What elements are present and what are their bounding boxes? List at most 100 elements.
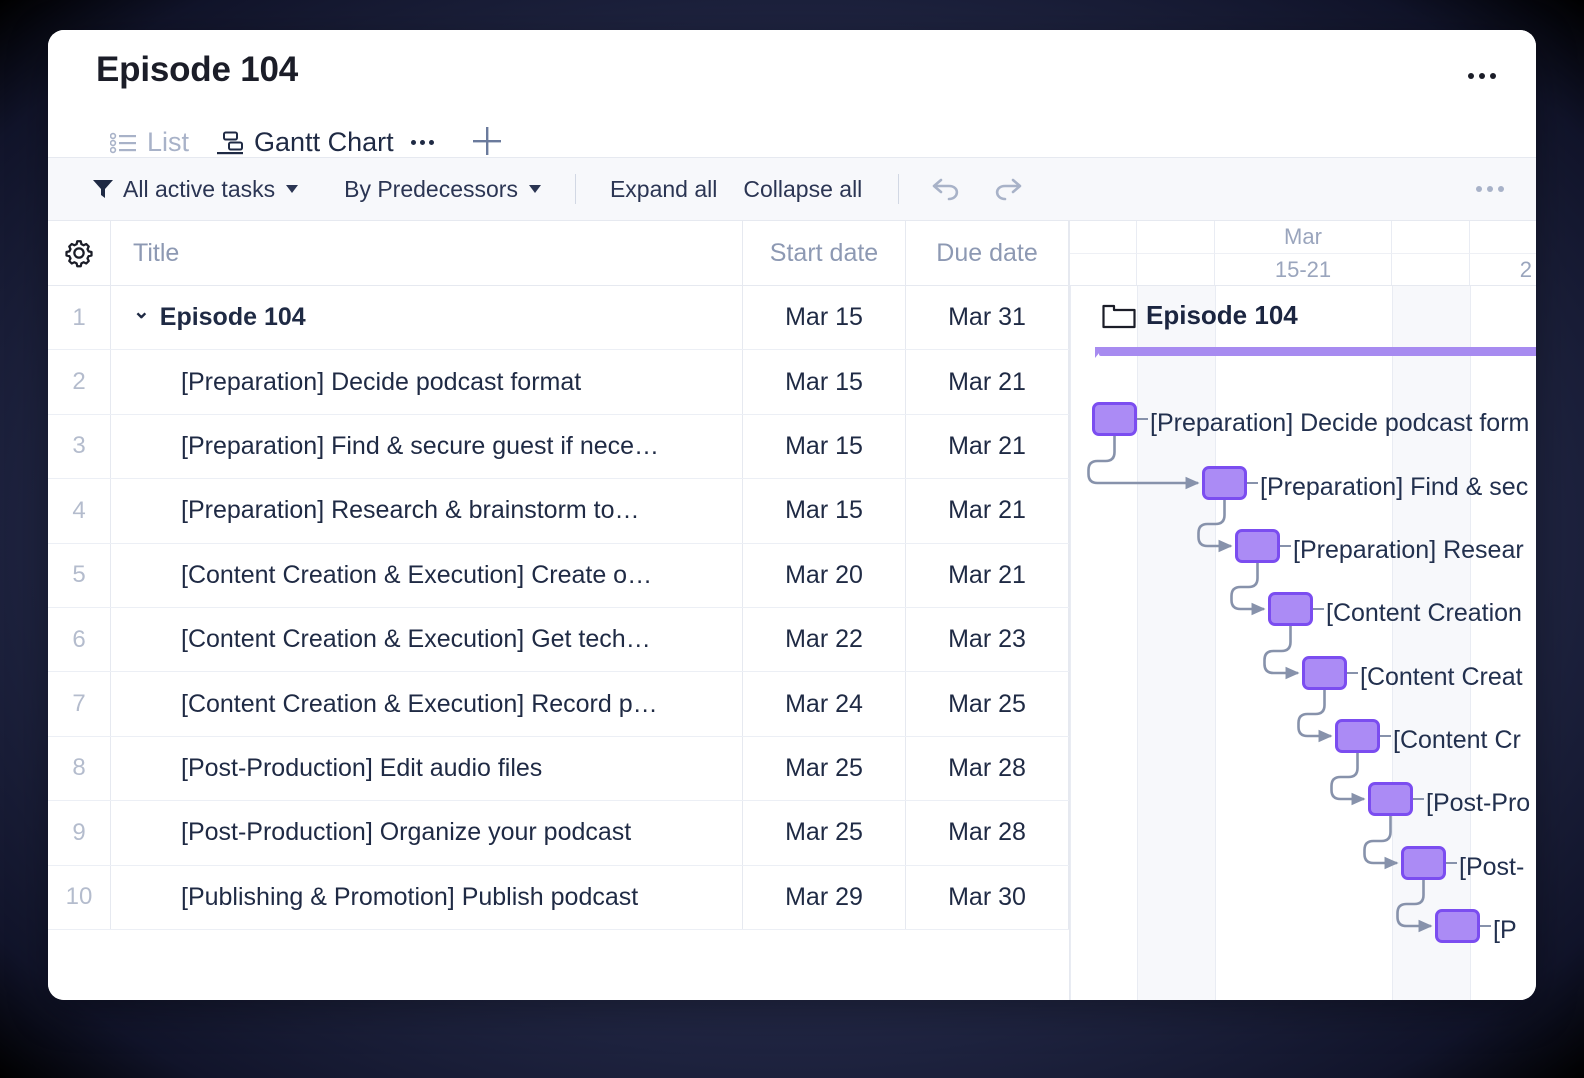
dependency-lines [1087,436,1433,933]
timeline-month-empty [1470,221,1536,253]
plus-icon [470,124,504,158]
filter-tasks-dropdown[interactable]: All active tasks [92,175,299,203]
row-due-date[interactable]: Mar 25 [906,672,1069,736]
row-title-cell[interactable]: [Post-Production] Organize your podcast [111,801,743,865]
row-due-date[interactable]: Mar 30 [906,865,1069,929]
table-row[interactable]: 5 [Content Creation & Execution] Create o… [48,543,1069,608]
row-title-label: [Preparation] Decide podcast format [181,367,582,396]
table-row[interactable]: 8 [Post-Production] Edit audio files Mar 2… [48,736,1069,802]
row-number: 10 [48,865,111,929]
table-row[interactable]: 10 [Publishing & Promotion] Publish podca… [48,865,1069,930]
row-title-cell[interactable]: [Preparation] Decide podcast format [111,350,743,414]
expand-all-button[interactable]: Expand all [610,176,717,203]
row-title-label: Episode 104 [159,303,306,332]
timeline-week-label: 15-21 [1215,253,1392,285]
table-row[interactable]: 7 [Content Creation & Execution] Record p… [48,672,1069,737]
column-header-title[interactable]: Title [111,221,743,285]
chevron-down-icon[interactable]: ⌄ [133,302,150,322]
toolbar-divider [574,174,576,204]
row-title-label: [Publishing & Promotion] Publish podcast [181,882,639,911]
row-title-label: [Post-Production] Organize your podcast [181,818,632,847]
timeline-week-empty [1392,253,1470,285]
column-header-start-date[interactable]: Start date [743,221,906,285]
tab-list-label: List [147,127,190,157]
row-due-date[interactable]: Mar 28 [906,736,1069,801]
toolbar-more-button[interactable] [1468,178,1512,200]
timeline-month-empty [1137,221,1215,253]
chevron-down-icon [528,185,541,193]
gantt-body: Title Start date Due date 1 ⌄ Episode 104 M… [48,221,1536,1000]
redo-button[interactable] [991,176,1025,202]
row-due-date[interactable]: Mar 23 [906,607,1069,672]
column-header-due-date[interactable]: Due date [906,221,1069,285]
timeline-month-empty [1392,221,1470,253]
dot-icon [1487,186,1493,192]
app-card: Episode 104 List Gantt Chart All active … [48,30,1536,1000]
row-title-cell[interactable]: [Preparation] Research & brainstorm to… [111,479,743,543]
dot-icon [1479,73,1485,79]
header-more-button[interactable] [1458,60,1506,92]
row-title-cell[interactable]: ⌄ Episode 104 [111,286,743,350]
dependency-arrow [1330,753,1366,806]
gantt-icon [217,131,244,155]
row-due-date[interactable]: Mar 21 [906,543,1069,607]
undo-button[interactable] [929,176,963,202]
dot-icon [419,140,425,145]
row-start-date[interactable]: Mar 20 [743,543,906,607]
row-start-date[interactable]: Mar 25 [743,736,906,801]
dependency-arrow [1363,816,1399,870]
table-row[interactable]: 3 [Preparation] Find & secure guest if ne… [48,414,1069,480]
filter-label: All active tasks [123,175,276,202]
tab-more-icon[interactable] [410,140,434,145]
timeline-month-empty [1070,221,1137,253]
row-due-date[interactable]: Mar 28 [906,801,1069,865]
row-start-date[interactable]: Mar 25 [743,801,906,865]
timeline-week-empty [1070,253,1137,285]
timeline-month-label: Mar [1215,221,1392,253]
row-title-cell[interactable]: [Content Creation & Execution] Record p… [111,672,743,736]
row-title-label: [Content Creation & Execution] Record p… [181,689,658,718]
row-number: 3 [48,414,111,479]
collapse-all-button[interactable]: Collapse all [743,176,862,203]
table-row[interactable]: 9 [Post-Production] Organize your podcast… [48,801,1069,866]
row-start-date[interactable]: Mar 15 [743,479,906,543]
group-by-dropdown[interactable]: By Predecessors [344,176,541,203]
row-due-date[interactable]: Mar 21 [906,479,1069,543]
row-number: 2 [48,350,111,414]
row-due-date[interactable]: Mar 31 [906,286,1069,350]
row-title-cell[interactable]: [Publishing & Promotion] Publish podcast [111,865,743,929]
table-row[interactable]: 4 [Preparation] Research & brainstorm to…… [48,479,1069,544]
row-number: 1 [48,286,111,350]
row-start-date[interactable]: Mar 24 [743,672,906,736]
filter-icon [92,178,114,200]
row-start-date[interactable]: Mar 22 [743,607,906,672]
row-start-date[interactable]: Mar 15 [743,350,906,414]
dot-icon [1476,186,1482,192]
dependency-arrow [1197,500,1233,553]
row-start-date[interactable]: Mar 15 [743,414,906,479]
row-number: 5 [48,543,111,607]
row-title-cell[interactable]: [Preparation] Find & secure guest if nec… [111,414,743,479]
dot-icon [1490,73,1496,79]
dependency-arrow [1297,690,1333,743]
row-due-date[interactable]: Mar 21 [906,350,1069,414]
dependency-arrow [1396,880,1433,933]
dependency-arrow [1263,626,1300,680]
row-title-cell[interactable]: [Content Creation & Execution] Get tech… [111,607,743,672]
row-title-cell[interactable]: [Post-Production] Edit audio files [111,736,743,801]
dot-icon [1468,73,1474,79]
card-header: Episode 104 List Gantt Chart [48,30,1536,176]
table-row[interactable]: 2 [Preparation] Decide podcast format Mar … [48,350,1069,415]
row-due-date[interactable]: Mar 21 [906,414,1069,479]
row-title-label: [Content Creation & Execution] Get tech… [181,625,651,654]
row-number: 4 [48,479,111,543]
table-row[interactable]: 1 ⌄ Episode 104 Mar 15 Mar 31 [48,286,1069,351]
row-start-date[interactable]: Mar 15 [743,286,906,350]
table-row[interactable]: 6 [Content Creation & Execution] Get tech… [48,607,1069,673]
dot-icon [410,140,416,145]
row-title-cell[interactable]: [Content Creation & Execution] Create o… [111,543,743,607]
gantt-chart-area: Mar 15-21 2 Episode 104 [Preparation] De… [1069,221,1536,1000]
row-start-date[interactable]: Mar 29 [743,865,906,929]
table-settings-button[interactable] [48,221,111,285]
toolbar-divider [898,174,900,204]
